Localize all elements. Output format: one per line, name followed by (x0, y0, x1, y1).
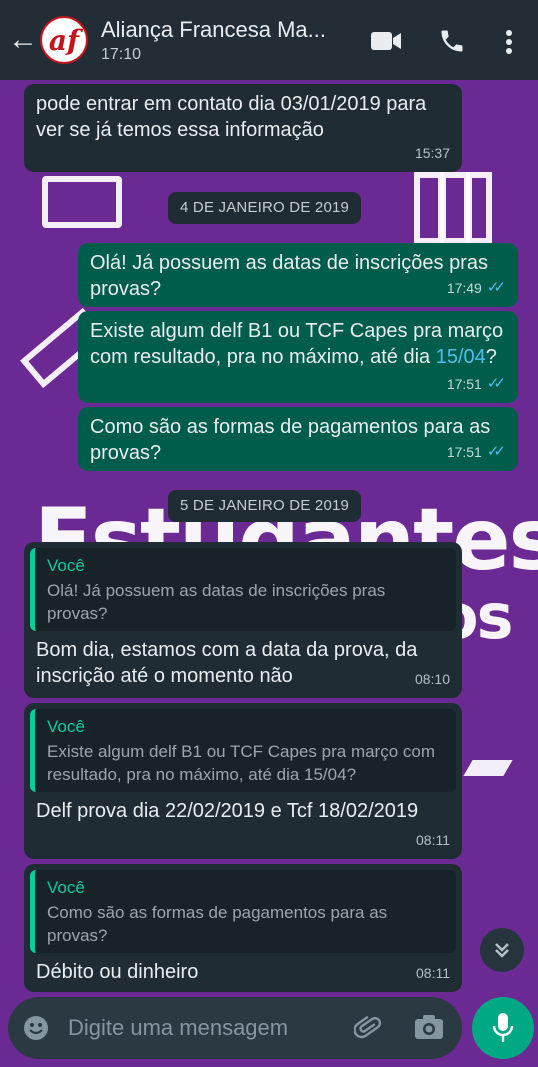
message-incoming[interactable]: pode entrar em contato dia 03/01/2019 pa… (24, 84, 462, 172)
chat-header: ← af Aliança Francesa Ma... 17:10 (0, 0, 538, 80)
quote-author: Você (47, 717, 85, 736)
message-time: 17:51 (446, 444, 482, 460)
double-check-read-icon: ✓✓ (486, 375, 506, 392)
mic-icon[interactable] (472, 997, 534, 1059)
message-time: 17:51 (446, 376, 482, 392)
message-time: 17:49 (446, 280, 482, 296)
message-composer: Digite uma mensagem (8, 997, 462, 1059)
message-incoming-reply[interactable]: Você Como são as formas de pagamentos pa… (24, 864, 462, 992)
message-incoming-reply[interactable]: Você Existe algum delf B1 ou TCF Capes p… (24, 703, 462, 859)
paperclip-icon[interactable] (354, 1014, 382, 1042)
quote-text: Olá! Já possuem as datas de inscrições p… (47, 581, 386, 623)
emoji-icon[interactable] (22, 1014, 50, 1042)
quoted-message[interactable]: Você Olá! Já possuem as datas de inscriç… (30, 548, 456, 631)
double-check-read-icon: ✓✓ (486, 279, 506, 296)
date-link[interactable]: 15/04 (436, 346, 486, 368)
quote-text: Como são as formas de pagamentos para as… (47, 903, 388, 945)
message-incoming-reply[interactable]: Você Olá! Já possuem as datas de inscriç… (24, 542, 462, 698)
double-check-read-icon: ✓✓ (486, 443, 506, 460)
chevron-double-down-icon[interactable] (480, 928, 524, 972)
message-outgoing[interactable]: Existe algum delf B1 ou TCF Capes pra ma… (78, 311, 518, 403)
wallpaper-books-shape-3 (466, 172, 492, 244)
quoted-message[interactable]: Você Como são as formas de pagamentos pa… (30, 870, 456, 953)
message-time: 08:11 (416, 965, 450, 981)
message-outgoing[interactable]: Olá! Já possuem as datas de inscrições p… (78, 243, 518, 307)
date-separator: 5 DE JANEIRO DE 2019 (168, 490, 362, 522)
date-separator: 4 DE JANEIRO DE 2019 (168, 192, 362, 224)
message-outgoing[interactable]: Como são as formas de pagamentos para as… (78, 407, 518, 471)
phone-icon[interactable] (438, 27, 466, 55)
quote-text: Existe algum delf B1 ou TCF Capes pra ma… (47, 742, 436, 784)
message-text: Bom dia, estamos com a data da prova, da… (36, 639, 418, 687)
quoted-message[interactable]: Você Existe algum delf B1 ou TCF Capes p… (30, 709, 456, 792)
message-time: 08:11 (416, 832, 450, 848)
quote-author: Você (47, 556, 85, 575)
message-text: Delf prova dia 22/02/2019 e Tcf 18/02/20… (36, 800, 419, 822)
quote-author: Você (47, 878, 85, 897)
message-text: pode entrar em contato dia 03/01/2019 pa… (36, 93, 427, 141)
message-text: Existe algum delf B1 ou TCF Capes pra ma… (90, 320, 504, 368)
video-call-icon[interactable] (370, 30, 402, 52)
contact-info[interactable]: Aliança Francesa Ma... 17:10 (101, 17, 363, 64)
contact-avatar[interactable]: af (40, 16, 88, 64)
more-vert-icon[interactable] (500, 28, 518, 56)
last-seen: 17:10 (101, 45, 142, 63)
message-time: 15:37 (414, 145, 450, 161)
wallpaper-cap-shape (463, 760, 513, 776)
wallpaper-tablet-shape (42, 176, 122, 228)
camera-icon[interactable] (414, 1014, 444, 1040)
message-input[interactable]: Digite uma mensagem (68, 1015, 288, 1041)
arrow-left-icon[interactable]: ← (6, 0, 40, 80)
message-text: Débito ou dinheiro (36, 961, 199, 983)
contact-name: Aliança Francesa Ma... (101, 16, 326, 42)
message-time: 08:10 (414, 671, 450, 687)
